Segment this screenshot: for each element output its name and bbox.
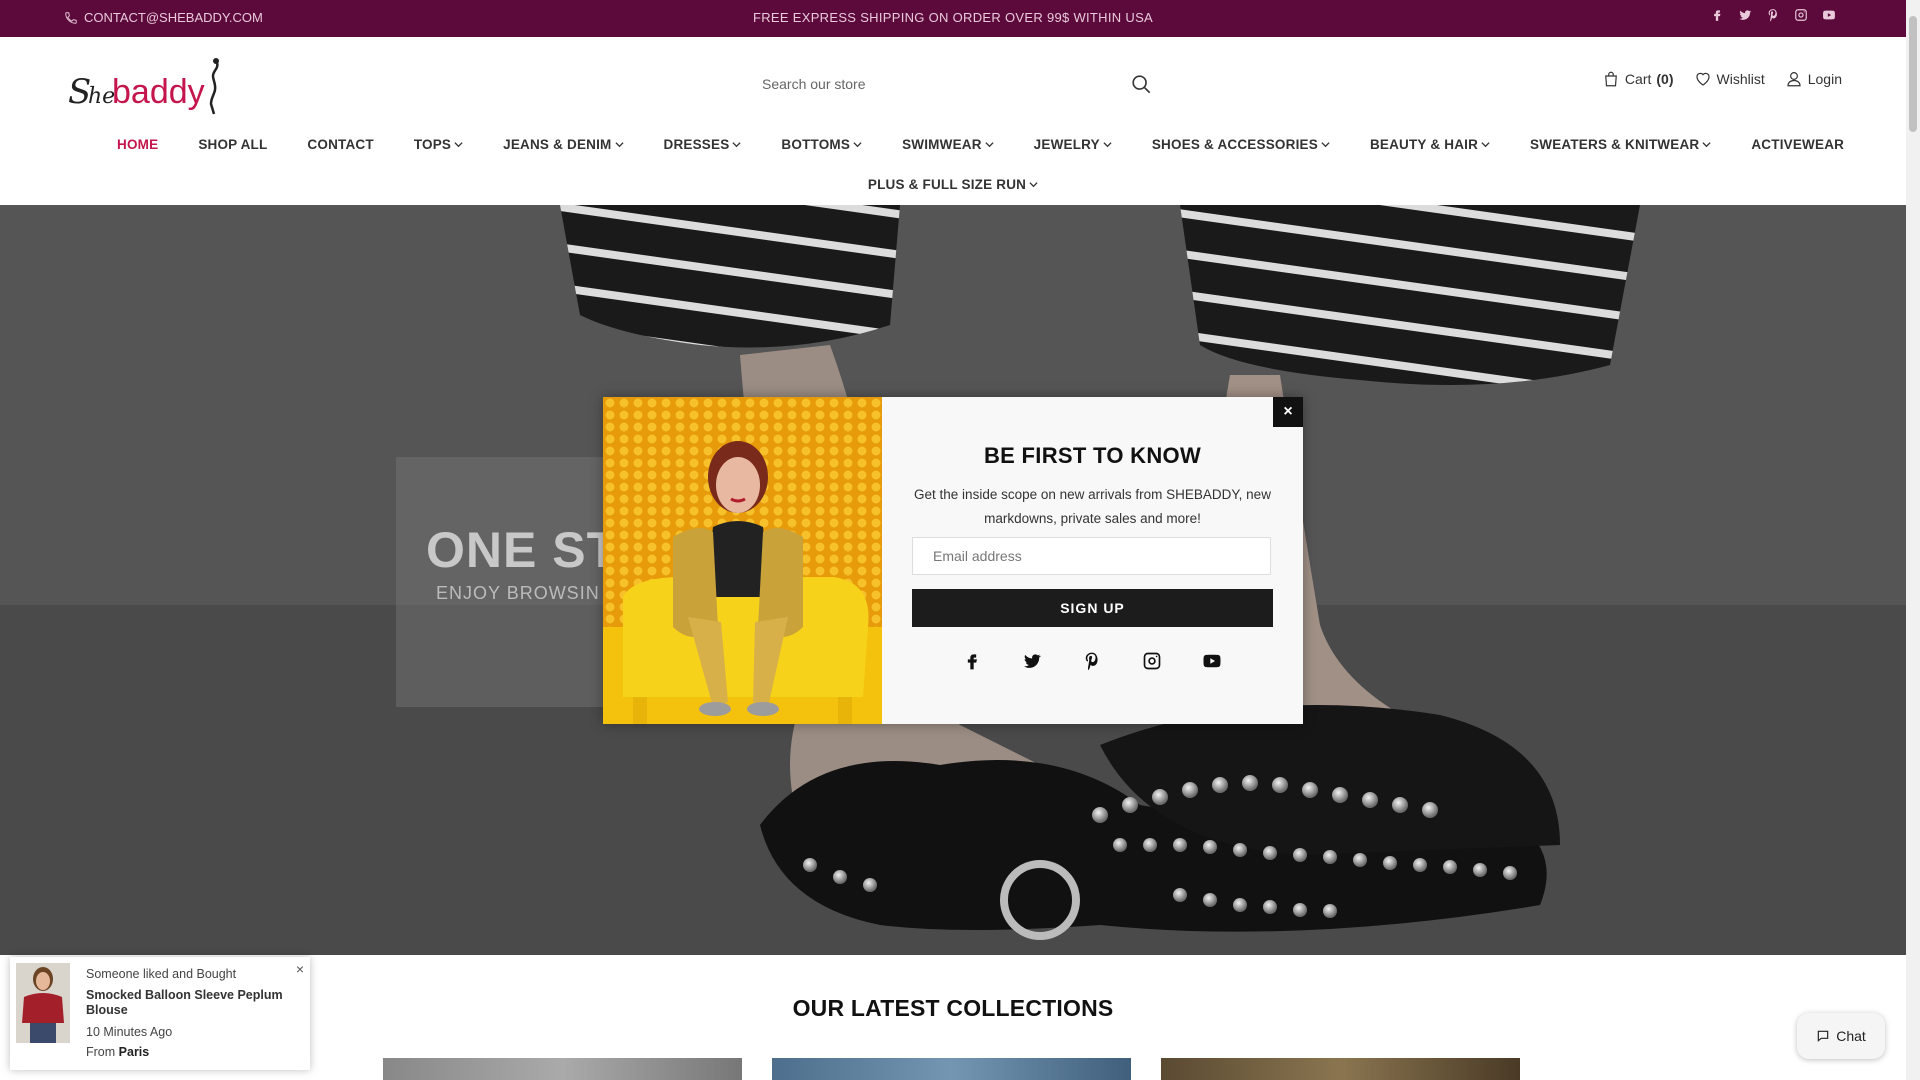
chevron-down-icon <box>1103 142 1112 148</box>
nav-item-tops[interactable]: TOPS <box>414 137 463 152</box>
chevron-down-icon <box>1321 142 1330 148</box>
nav-item-swimwear[interactable]: SWIMWEAR <box>902 137 994 152</box>
twitter-icon[interactable] <box>1022 651 1042 671</box>
chevron-down-icon <box>1029 182 1038 188</box>
search-icon[interactable] <box>1130 73 1152 95</box>
chat-bubble-icon <box>1817 1030 1829 1042</box>
nav-item-label: PLUS & FULL SIZE RUN <box>867 177 1027 192</box>
nav-item-shoes-accessories[interactable]: SHOES & ACCESSORIES <box>1152 137 1330 152</box>
wishlist-link[interactable]: Wishlist <box>1694 70 1765 88</box>
shebaddy-logo[interactable]: S he baddy <box>66 55 226 117</box>
scrollbar-thumb[interactable] <box>1909 16 1917 132</box>
facebook-icon[interactable] <box>1710 8 1724 22</box>
nav-item-jeans-denim[interactable]: JEANS & DENIM <box>503 137 624 152</box>
collection-card[interactable] <box>772 1058 1131 1080</box>
chevron-down-icon <box>614 142 624 148</box>
nav-item-activewear[interactable]: ACTIVEWEAR <box>1751 137 1844 152</box>
popup-content: BE FIRST TO KNOW Get the inside scope on… <box>882 397 1303 724</box>
popup-model-image <box>603 397 882 724</box>
nav-item-beauty-hair[interactable]: BEAUTY & HAIR <box>1370 137 1490 152</box>
site-header: S he baddy Cart (0) Wishlist Login HOME S… <box>0 37 1906 205</box>
chat-button[interactable]: Chat <box>1797 1013 1885 1059</box>
hero-subtitle: ENJOY BROWSIN <box>436 583 600 603</box>
shopping-bag-icon <box>1605 71 1617 87</box>
youtube-icon[interactable] <box>1202 651 1222 671</box>
nav-item-label: SWIMWEAR <box>902 137 982 152</box>
user-icon <box>1787 72 1801 87</box>
top-announcement-bar: CONTACT@SHEBADDY.COM FREE EXPRESS SHIPPI… <box>0 0 1906 37</box>
nav-item-plus-size[interactable]: PLUS & FULL SIZE RUN <box>868 177 1038 192</box>
heart-icon <box>1695 72 1710 86</box>
chevron-down-icon <box>454 142 463 148</box>
collection-card[interactable] <box>383 1058 742 1080</box>
notification-time: 10 Minutes Ago <box>86 1025 173 1039</box>
nav-item-label: JEWELRY <box>1033 137 1100 152</box>
pinterest-icon[interactable] <box>1766 8 1780 22</box>
login-label: Login <box>1807 71 1842 87</box>
nav-item-home[interactable]: HOME <box>117 137 158 152</box>
popup-description: Get the inside scope on new arrivals fro… <box>914 487 1271 526</box>
newsletter-popup: × BE FIRST TO KNOW Get the inside scope … <box>603 397 1303 724</box>
recent-purchase-notification[interactable]: Someone liked and Bought Smocked Balloon… <box>10 957 310 1070</box>
instagram-icon[interactable] <box>1142 651 1162 671</box>
nav-item-label: DRESSES <box>663 137 730 152</box>
shipping-promo-text: FREE EXPRESS SHIPPING ON ORDER OVER 99$ … <box>752 10 1154 25</box>
collection-card[interactable] <box>1161 1058 1520 1080</box>
cart-count: (0) <box>1656 71 1674 87</box>
account-links: Cart (0) Wishlist Login <box>1602 70 1842 88</box>
cart-label: Cart <box>1624 71 1652 87</box>
notification-line: Someone liked and Bought <box>86 967 237 981</box>
hero-title: ONE ST <box>426 522 619 578</box>
nav-item-label: CONTACT <box>307 137 374 152</box>
chevron-down-icon <box>732 142 741 148</box>
login-link[interactable]: Login <box>1785 70 1842 88</box>
page-scrollbar[interactable] <box>1906 0 1920 1080</box>
svg-text:baddy: baddy <box>112 73 205 111</box>
nav-item-label: HOME <box>117 137 159 152</box>
signup-button[interactable]: SIGN UP <box>912 589 1273 627</box>
nav-row-primary: HOME SHOP ALL CONTACT TOPS JEANS & DENIM DRES… <box>117 137 1884 152</box>
nav-item-label: JEANS & DENIM <box>503 137 612 152</box>
location-city: Paris <box>118 1045 150 1059</box>
nav-item-sweaters-knitwear[interactable]: SWEATERS & KNITWEAR <box>1530 137 1711 152</box>
chevron-down-icon <box>1481 142 1490 148</box>
wishlist-label: Wishlist <box>1716 71 1765 87</box>
search-bar <box>748 67 1152 104</box>
nav-item-shop-all[interactable]: SHOP ALL <box>198 137 267 152</box>
topbar-social-links <box>1710 8 1836 22</box>
chevron-down-icon <box>853 142 862 148</box>
chevron-down-icon <box>1702 142 1711 148</box>
product-thumbnail <box>16 963 70 1043</box>
nav-row-secondary: PLUS & FULL SIZE RUN <box>0 177 1906 192</box>
nav-item-label: BEAUTY & HAIR <box>1369 137 1479 152</box>
newsletter-email-input[interactable] <box>912 537 1271 575</box>
facebook-icon[interactable] <box>962 651 982 671</box>
from-label: From <box>86 1045 116 1059</box>
chevron-down-icon <box>985 142 994 148</box>
nav-item-label: SHOP ALL <box>198 137 268 152</box>
notification-text: Someone liked and Bought Smocked Balloon… <box>86 967 296 1060</box>
nav-item-jewelry[interactable]: JEWELRY <box>1034 137 1112 152</box>
search-input[interactable] <box>748 67 1136 101</box>
nav-item-label: BOTTOMS <box>781 137 851 152</box>
notification-product-name[interactable]: Smocked Balloon Sleeve Peplum Blouse <box>86 988 296 1018</box>
popup-social-links <box>962 651 1222 671</box>
twitter-icon[interactable] <box>1738 8 1752 22</box>
nav-item-label: ACTIVEWEAR <box>1751 137 1845 152</box>
instagram-icon[interactable] <box>1794 8 1808 22</box>
notification-close-button[interactable]: × <box>296 961 304 977</box>
popup-title: BE FIRST TO KNOW <box>983 443 1202 468</box>
nav-item-label: SHOES & ACCESSORIES <box>1151 137 1318 152</box>
cart-link[interactable]: Cart (0) <box>1602 70 1674 88</box>
chat-label: Chat <box>1836 1028 1866 1044</box>
pinterest-icon[interactable] <box>1082 651 1102 671</box>
youtube-icon[interactable] <box>1822 8 1836 22</box>
nav-item-contact[interactable]: CONTACT <box>307 137 373 152</box>
nav-item-bottoms[interactable]: BOTTOMS <box>781 137 862 152</box>
notification-location: From Paris <box>86 1045 296 1060</box>
nav-item-dresses[interactable]: DRESSES <box>664 137 742 152</box>
nav-item-label: TOPS <box>413 137 452 152</box>
nav-item-label: SWEATERS & KNITWEAR <box>1530 137 1700 152</box>
